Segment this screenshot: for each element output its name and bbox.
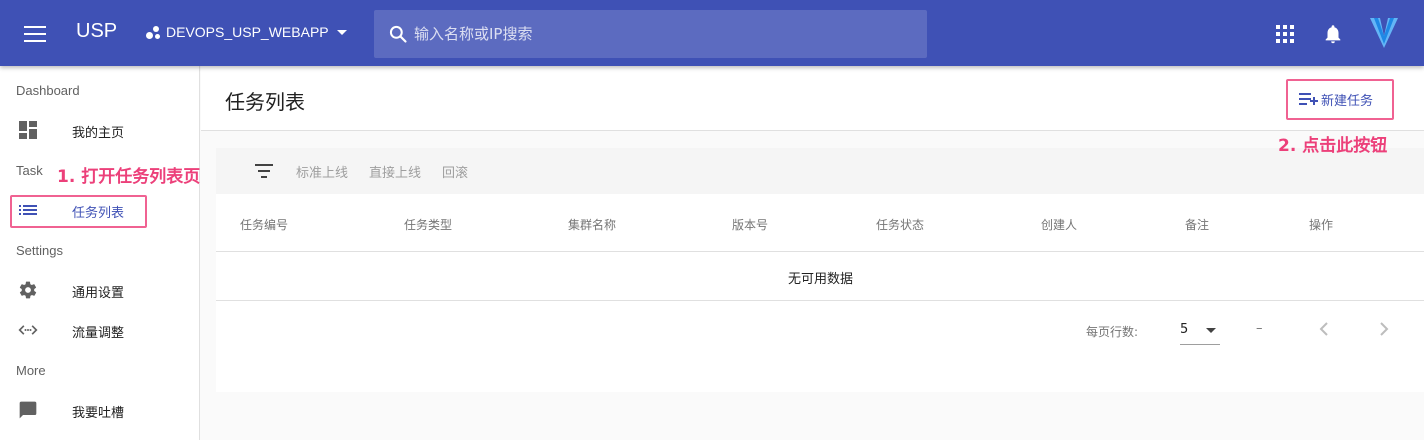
sidebar: Dashboard 我的主页 Task 任务列表 Settings 通用设置 流… bbox=[0, 66, 200, 440]
page-title: 任务列表 bbox=[225, 90, 305, 114]
column-header-creator[interactable]: 创建人 bbox=[1041, 216, 1077, 233]
sidebar-item-home[interactable]: 我的主页 bbox=[0, 110, 199, 150]
search-box[interactable] bbox=[374, 10, 927, 58]
highlight-box-task-list bbox=[10, 195, 147, 228]
sidebar-header-dashboard: Dashboard bbox=[16, 83, 80, 98]
column-header-status[interactable]: 任务状态 bbox=[876, 216, 924, 233]
sidebar-item-label: 通用设置 bbox=[72, 286, 125, 301]
rows-per-page-select[interactable]: 5 bbox=[1180, 317, 1220, 345]
filter-icon[interactable] bbox=[255, 164, 273, 178]
highlight-box-new-task bbox=[1286, 79, 1394, 120]
rows-per-page-value: 5 bbox=[1180, 322, 1189, 337]
search-icon bbox=[389, 25, 407, 43]
search-input[interactable] bbox=[414, 22, 914, 46]
standard-release-button[interactable]: 标准上线 bbox=[296, 162, 348, 181]
table-empty-row: 无可用数据 bbox=[216, 252, 1424, 301]
sidebar-header-settings: Settings bbox=[16, 243, 63, 258]
app-title[interactable]: USP bbox=[76, 20, 117, 43]
next-page-icon[interactable] bbox=[1373, 319, 1393, 339]
chat-icon bbox=[19, 401, 37, 419]
task-table-card: 标准上线 直接上线 回滚 任务编号 任务类型 集群名称 版本号 任务状态 创建人… bbox=[216, 148, 1424, 392]
sidebar-item-general-settings[interactable]: 通用设置 bbox=[0, 270, 199, 310]
chevron-down-icon bbox=[336, 29, 347, 35]
table-toolbar: 标准上线 直接上线 回滚 bbox=[216, 148, 1424, 194]
bell-icon[interactable] bbox=[1322, 22, 1344, 46]
sidebar-item-feedback[interactable]: 我要吐槽 bbox=[0, 390, 199, 430]
project-selector[interactable]: DEVOPS_USP_WEBAPP bbox=[146, 24, 347, 40]
direct-release-button[interactable]: 直接上线 bbox=[369, 162, 421, 181]
sidebar-header-task: Task bbox=[16, 163, 43, 178]
empty-text: 无可用数据 bbox=[787, 272, 853, 287]
column-header-cluster[interactable]: 集群名称 bbox=[568, 216, 616, 233]
sidebar-item-label: 流量调整 bbox=[72, 326, 125, 341]
vuetify-logo-icon[interactable] bbox=[1368, 16, 1400, 50]
main-content: 任务列表 新建任务 标准上线 直接上线 回滚 任务编号 任务类型 集群名称 版本… bbox=[201, 66, 1424, 440]
column-header-task-id[interactable]: 任务编号 bbox=[240, 216, 288, 233]
rows-per-page-label: 每页行数: bbox=[1086, 325, 1139, 339]
sidebar-item-label: 我的主页 bbox=[72, 126, 125, 141]
sidebar-header-more: More bbox=[16, 363, 46, 378]
menu-icon[interactable] bbox=[24, 26, 46, 42]
annotation-step-1: 1. 打开任务列表页 bbox=[57, 167, 201, 187]
sidebar-item-label: 我要吐槽 bbox=[72, 406, 125, 421]
column-header-version[interactable]: 版本号 bbox=[732, 216, 768, 233]
rollback-button[interactable]: 回滚 bbox=[442, 162, 468, 181]
chevron-down-icon bbox=[1206, 328, 1216, 333]
project-name: DEVOPS_USP_WEBAPP bbox=[166, 24, 329, 40]
table-header: 任务编号 任务类型 集群名称 版本号 任务状态 创建人 备注 操作 bbox=[216, 196, 1424, 252]
page-range: – bbox=[1256, 321, 1263, 336]
column-header-task-type[interactable]: 任务类型 bbox=[404, 216, 452, 233]
column-header-remark[interactable]: 备注 bbox=[1185, 216, 1209, 233]
prev-page-icon[interactable] bbox=[1315, 319, 1335, 339]
page-header: 任务列表 新建任务 bbox=[201, 66, 1424, 131]
dashboard-icon bbox=[19, 121, 37, 139]
project-icon bbox=[146, 24, 162, 40]
sidebar-item-traffic[interactable]: 流量调整 bbox=[0, 310, 199, 350]
gear-icon bbox=[19, 281, 37, 299]
table-pagination: 每页行数: 5 – bbox=[216, 301, 1424, 361]
annotation-step-2: 2. 点击此按钮 bbox=[1278, 136, 1388, 156]
apps-icon[interactable] bbox=[1276, 25, 1294, 43]
code-arrows-icon bbox=[18, 325, 38, 335]
app-bar: USP DEVOPS_USP_WEBAPP bbox=[0, 0, 1424, 66]
column-header-actions: 操作 bbox=[1309, 218, 1334, 232]
